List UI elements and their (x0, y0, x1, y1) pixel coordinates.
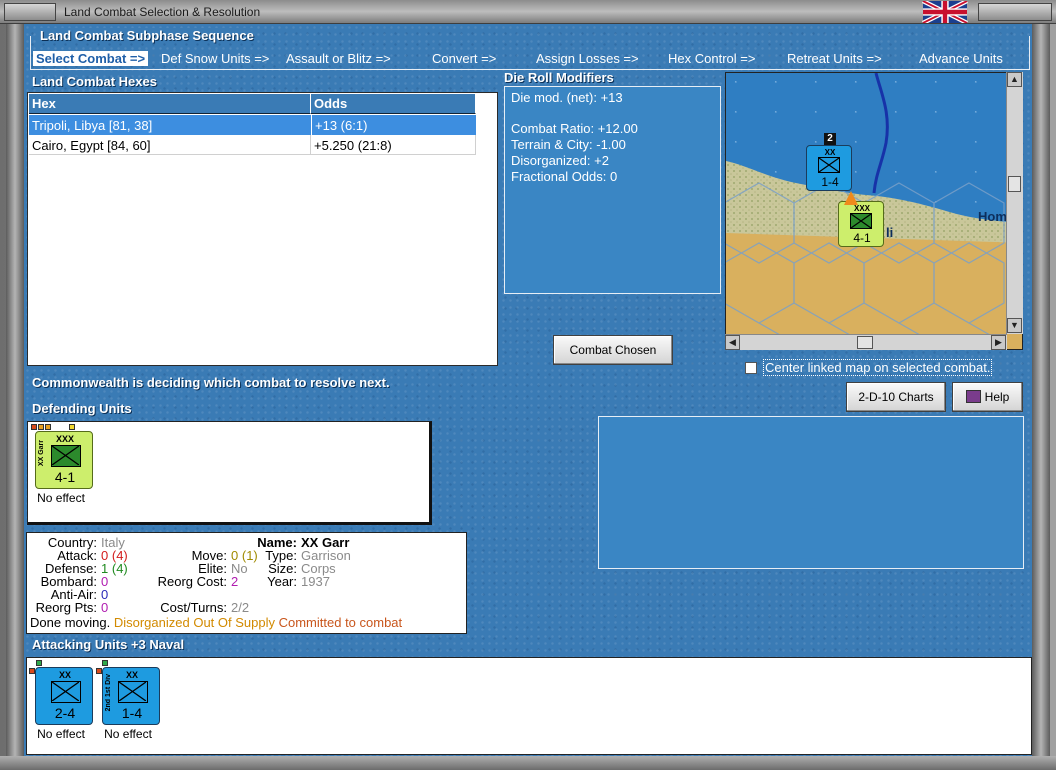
unit-strength: 1-4 (121, 705, 143, 721)
drm-net: Die mod. (net): +13 (511, 90, 623, 105)
drm-fractional-odds: Fractional Odds: 0 (511, 169, 618, 184)
infantry-icon (51, 681, 81, 703)
attacking-units-panel (26, 657, 1032, 755)
map-place-label: Hom (978, 209, 1007, 224)
vertical-scroll-thumb[interactable] (1008, 176, 1021, 192)
unit-strength: 4-1 (54, 469, 76, 485)
table-row[interactable]: Cairo, Egypt [84, 60] +5.250 (21:8) (29, 135, 476, 156)
step-assault-or-blitz: Assault or Blitz => (286, 51, 391, 66)
table-row[interactable]: Tripoli, Libya [81, 38] +13 (6:1) (29, 115, 476, 135)
step-advance-units: Advance Units (919, 51, 1003, 66)
defending-unit-counter[interactable]: XXX XX Garr 4-1 (35, 431, 93, 489)
column-header-hex[interactable]: Hex (29, 94, 311, 114)
help-book-icon (965, 390, 981, 403)
stack-count-badge: 2 (824, 133, 836, 145)
unit-size: XXX (853, 204, 870, 213)
step-def-snow-units: Def Snow Units => (161, 51, 270, 66)
hex-cell: Tripoli, Libya [81, 38] (29, 115, 311, 135)
window-title: Land Combat Selection & Resolution (64, 5, 261, 19)
status-committed: Committed to combat (278, 615, 403, 630)
attacking-unit-result: No effect (37, 727, 85, 741)
drm-disorganized: Disorganized: +2 (511, 153, 609, 168)
linked-map[interactable]: ˟ Hom li 2 XX (725, 72, 1023, 350)
reorg-cost-value: 2 (231, 574, 239, 589)
reorg-pts-label: Reorg Pts: (35, 600, 97, 615)
scroll-down-icon[interactable]: ▼ (1007, 318, 1022, 333)
status-marker-icon (45, 424, 51, 430)
cost-turns-value: 2/2 (231, 600, 250, 615)
year-value: 1937 (301, 574, 330, 589)
combat-results-panel (598, 416, 1024, 569)
attacking-unit-counter[interactable]: XX 2nd 1st Div 1-4 (102, 667, 160, 725)
map-vertical-scrollbar[interactable]: ▲ ▼ (1006, 72, 1023, 334)
scroll-left-icon[interactable]: ◀ (725, 335, 740, 350)
center-map-label[interactable]: Center linked map on selected combat. (763, 359, 993, 376)
cost-turns-label: Cost/Turns: (160, 600, 227, 615)
center-map-checkbox[interactable] (745, 362, 757, 374)
unit-status-line: Done moving. Disorganized Out Of Supply … (30, 615, 402, 630)
frame-bottom-edge (0, 756, 1056, 770)
help-button[interactable]: Help (952, 382, 1023, 412)
unit-strength: 1-4 (821, 175, 839, 189)
scroll-right-icon[interactable]: ▶ (991, 335, 1006, 350)
status-flags: Disorganized Out Of Supply (113, 615, 275, 630)
combat-chosen-button[interactable]: Combat Chosen (553, 335, 673, 365)
status-marker-icon (38, 424, 44, 430)
attacking-unit-result: No effect (104, 727, 152, 741)
window-menu-tab[interactable] (4, 3, 56, 21)
defending-unit-result: No effect (37, 491, 85, 505)
hex-cell: Cairo, Egypt [84, 60] (29, 135, 311, 155)
defense-base: (4) (111, 561, 128, 576)
odds-cell: +5.250 (21:8) (311, 135, 476, 155)
drm-terrain-city: Terrain & City: -1.00 (511, 137, 626, 152)
map-city-label: li (886, 225, 894, 240)
step-assign-losses: Assign Losses => (536, 51, 639, 66)
reorg-cost-label: Reorg Cost: (157, 574, 227, 589)
unit-type-label: XX Garr (38, 440, 45, 467)
status-done: Done moving. (30, 615, 111, 630)
help-label: Help (984, 390, 1010, 404)
status-marker-icon (102, 660, 108, 666)
die-roll-modifiers-title: Die Roll Modifiers (504, 70, 614, 85)
window-controls-tab[interactable] (978, 3, 1052, 21)
infantry-icon (118, 681, 148, 703)
attacking-unit-counter[interactable]: XX 2-4 (35, 667, 93, 725)
reorg-pts-value: 0 (101, 600, 109, 615)
horizontal-scroll-thumb[interactable] (857, 336, 873, 349)
land-combat-hexes-title: Land Combat Hexes (32, 74, 157, 89)
unit-size: XX (824, 148, 836, 157)
status-marker-icon (31, 424, 37, 430)
garrison-icon (51, 445, 81, 467)
step-retreat-units: Retreat Units => (787, 51, 882, 66)
odds-cell: +13 (6:1) (311, 115, 476, 135)
status-marker-icon (69, 424, 75, 430)
map-unit-allied[interactable]: XX 1-4 (806, 145, 852, 191)
map-horizontal-scrollbar[interactable]: ◀ ▶ (725, 334, 1007, 350)
charts-button[interactable]: 2-D-10 Charts (846, 382, 946, 412)
subphase-sequence-title: Land Combat Subphase Sequence (38, 28, 256, 43)
map-unit-axis[interactable]: XXX 4-1 (838, 201, 884, 247)
step-select-combat: Select Combat => (33, 51, 149, 66)
drm-combat-ratio: Combat Ratio: +12.00 (511, 121, 638, 136)
status-message: Commonwealth is deciding which combat to… (32, 375, 390, 390)
die-roll-modifiers-panel (504, 86, 721, 294)
unit-strength: 2-4 (54, 705, 76, 721)
column-header-odds[interactable]: Odds (311, 94, 476, 114)
unit-strength: 4-1 (853, 231, 871, 245)
unit-size: XX (58, 670, 71, 680)
infantry-icon (818, 157, 840, 173)
step-hex-control: Hex Control => (668, 51, 756, 66)
attacking-units-title: Attacking Units +3 Naval (32, 637, 185, 652)
scroll-up-icon[interactable]: ▲ (1007, 72, 1022, 87)
defending-units-title: Defending Units (32, 401, 132, 416)
uk-flag-icon (922, 1, 968, 23)
year-label: Year: (267, 574, 297, 589)
frame-left-edge (6, 24, 24, 756)
frame-right-edge (1032, 24, 1050, 756)
step-convert: Convert => (432, 51, 497, 66)
garrison-icon (850, 213, 872, 229)
status-marker-icon (36, 660, 42, 666)
